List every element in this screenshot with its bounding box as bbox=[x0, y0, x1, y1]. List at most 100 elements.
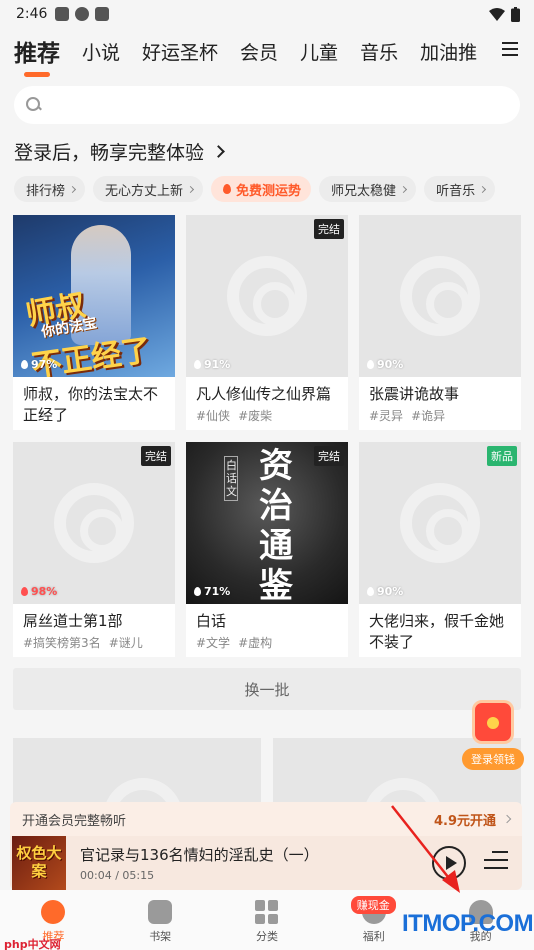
book-tag: #仙侠 bbox=[196, 409, 231, 423]
play-button[interactable] bbox=[432, 846, 466, 880]
chevron-right-icon bbox=[212, 144, 225, 158]
book-title: 凡人修仙传之仙界篇 bbox=[196, 385, 332, 403]
status-badge: 完结 bbox=[314, 446, 344, 466]
thumbnail-text: 权色大案 bbox=[16, 844, 62, 880]
book-tags: #灵异 #诡异 bbox=[359, 405, 521, 424]
chip-ranking[interactable]: 排行榜 bbox=[14, 176, 86, 202]
placeholder-logo-icon bbox=[227, 256, 307, 336]
player-time: 00:04 / 05:15 bbox=[80, 869, 155, 882]
tab-children[interactable]: 儿童 bbox=[300, 38, 338, 65]
book-title: 大佬归来，假千金她不装了 bbox=[369, 612, 505, 651]
category-tabs: 推荐 小说 好运圣杯 会员 儿童 音乐 加油推 bbox=[0, 28, 534, 77]
book-tags: #仙侠 #废柴 bbox=[186, 405, 348, 424]
member-promo-text: 开通会员完整畅听 bbox=[22, 813, 127, 829]
new-badge: 新品 bbox=[487, 446, 517, 466]
book-title: 师叔，你的法宝太不正经了 bbox=[23, 385, 159, 424]
tab-novel[interactable]: 小说 bbox=[82, 38, 120, 65]
member-price-text: 4.9元开通 bbox=[433, 813, 496, 829]
book-tag: #文学 bbox=[196, 636, 231, 650]
chip-music[interactable]: 听音乐 bbox=[424, 176, 496, 202]
member-promo-bar[interactable]: 开通会员完整畅听 4.9元开通 bbox=[10, 802, 522, 836]
popularity: 90% bbox=[367, 358, 403, 371]
status-bar: 2:46 bbox=[0, 0, 534, 28]
nav-welfare[interactable]: 赚现金 福利 bbox=[339, 896, 409, 944]
grid-icon bbox=[254, 900, 279, 924]
watermark-right: ITMOP.COM bbox=[402, 910, 534, 937]
playlist-icon[interactable] bbox=[484, 851, 508, 875]
placeholder-logo-icon bbox=[400, 483, 480, 563]
search-icon bbox=[26, 97, 42, 113]
chip-senior-brother[interactable]: 师兄太稳健 bbox=[319, 176, 417, 202]
nav-bookshelf[interactable]: 书架 bbox=[125, 900, 195, 944]
game-icon bbox=[55, 7, 70, 21]
nav-category[interactable]: 分类 bbox=[232, 900, 302, 944]
book-card[interactable]: 新品 90% 大佬归来，假千金她不装了 bbox=[359, 442, 521, 657]
chip-free-fortune[interactable]: 免费测运势 bbox=[211, 176, 312, 202]
book-card[interactable]: 师叔 你的法宝 不正经了 97% 师叔，你的法宝太不正经了 bbox=[13, 215, 175, 430]
earn-cash-badge: 赚现金 bbox=[350, 896, 396, 914]
login-prompt[interactable]: 登录后，畅享完整体验 bbox=[14, 138, 520, 164]
chevron-right-icon bbox=[400, 185, 408, 193]
mini-player[interactable]: 权色大案 官记录与136名情妇的淫乱史（一） 00:04 / 05:15 bbox=[10, 836, 522, 890]
flame-icon bbox=[194, 587, 201, 596]
chip-new-release[interactable]: 无心方丈上新 bbox=[93, 176, 204, 202]
book-card[interactable]: 完结 98% 屌丝道士第1部 #搞笑榜第3名 #谜儿 bbox=[13, 442, 175, 657]
popularity-value: 90% bbox=[377, 585, 404, 598]
nav-label: 书架 bbox=[149, 930, 172, 943]
book-card[interactable]: 白话文 资治通鉴 完结 71% 白话 #文学 #虚构 bbox=[186, 442, 348, 657]
popularity: 98% bbox=[21, 585, 57, 598]
search-input[interactable] bbox=[42, 86, 520, 124]
book-cover: 90% bbox=[359, 215, 521, 377]
book-tag: #废柴 bbox=[238, 409, 273, 423]
book-tags: #文学 #虚构 bbox=[186, 632, 348, 651]
flame-icon bbox=[367, 360, 374, 369]
login-prompt-text: 登录后，畅享完整体验 bbox=[14, 141, 205, 164]
nav-label: 分类 bbox=[255, 930, 278, 943]
refresh-button[interactable]: 换一批 bbox=[13, 668, 521, 710]
book-card[interactable]: 90% 张震讲诡故事 #灵异 #诡异 bbox=[359, 215, 521, 430]
red-envelope-icon bbox=[472, 700, 514, 744]
tab-music[interactable]: 音乐 bbox=[360, 38, 398, 65]
popularity-value: 71% bbox=[204, 585, 231, 598]
cover-subtitle: 白话文 bbox=[224, 456, 238, 501]
chip-label: 无心方丈上新 bbox=[105, 183, 184, 199]
tab-recommend[interactable]: 推荐 bbox=[14, 34, 60, 77]
book-cover: 白话文 资治通鉴 完结 71% bbox=[186, 442, 348, 604]
member-price: 4.9元开通 bbox=[433, 810, 512, 829]
chip-label: 排行榜 bbox=[26, 183, 66, 199]
book-cover: 师叔 你的法宝 不正经了 97% bbox=[13, 215, 175, 377]
next-row bbox=[13, 738, 521, 808]
flame-icon bbox=[21, 587, 28, 596]
flame-icon bbox=[21, 360, 28, 369]
placeholder-logo-icon bbox=[54, 483, 134, 563]
cover-title: 资治通鉴 bbox=[259, 446, 293, 604]
search-bar[interactable] bbox=[14, 86, 520, 124]
book-card[interactable]: 完结 91% 凡人修仙传之仙界篇 #仙侠 #废柴 bbox=[186, 215, 348, 430]
wifi-icon bbox=[489, 7, 505, 21]
watermark-left: php中文网 bbox=[4, 938, 61, 950]
red-packet-float[interactable]: 登录领钱 bbox=[460, 700, 526, 772]
bookshelf-icon bbox=[148, 900, 173, 924]
chevron-right-icon bbox=[68, 185, 77, 193]
a-icon bbox=[95, 7, 110, 21]
tab-lucky-cup[interactable]: 好运圣杯 bbox=[142, 38, 218, 65]
book-card[interactable] bbox=[13, 738, 261, 808]
nav-label: 福利 bbox=[362, 930, 385, 943]
book-tags: #搞笑榜第3名 #谜儿 bbox=[13, 632, 175, 651]
popularity-value: 98% bbox=[31, 585, 58, 598]
status-badge: 完结 bbox=[141, 446, 171, 466]
tab-cheer[interactable]: 加油推 bbox=[420, 38, 477, 65]
popularity: 91% bbox=[194, 358, 230, 371]
flame-icon bbox=[194, 360, 201, 369]
tab-member[interactable]: 会员 bbox=[240, 38, 278, 65]
book-title: 张震讲诡故事 bbox=[369, 385, 460, 403]
red-packet-label: 登录领钱 bbox=[462, 748, 524, 770]
book-cover: 完结 91% bbox=[186, 215, 348, 377]
menu-icon[interactable] bbox=[502, 42, 518, 60]
book-title: 白话 bbox=[196, 612, 227, 630]
app-icon bbox=[75, 7, 90, 21]
book-tag: #谜儿 bbox=[108, 636, 143, 650]
status-time: 2:46 bbox=[16, 6, 48, 22]
popularity-value: 90% bbox=[377, 358, 404, 371]
chevron-right-icon bbox=[186, 185, 195, 193]
